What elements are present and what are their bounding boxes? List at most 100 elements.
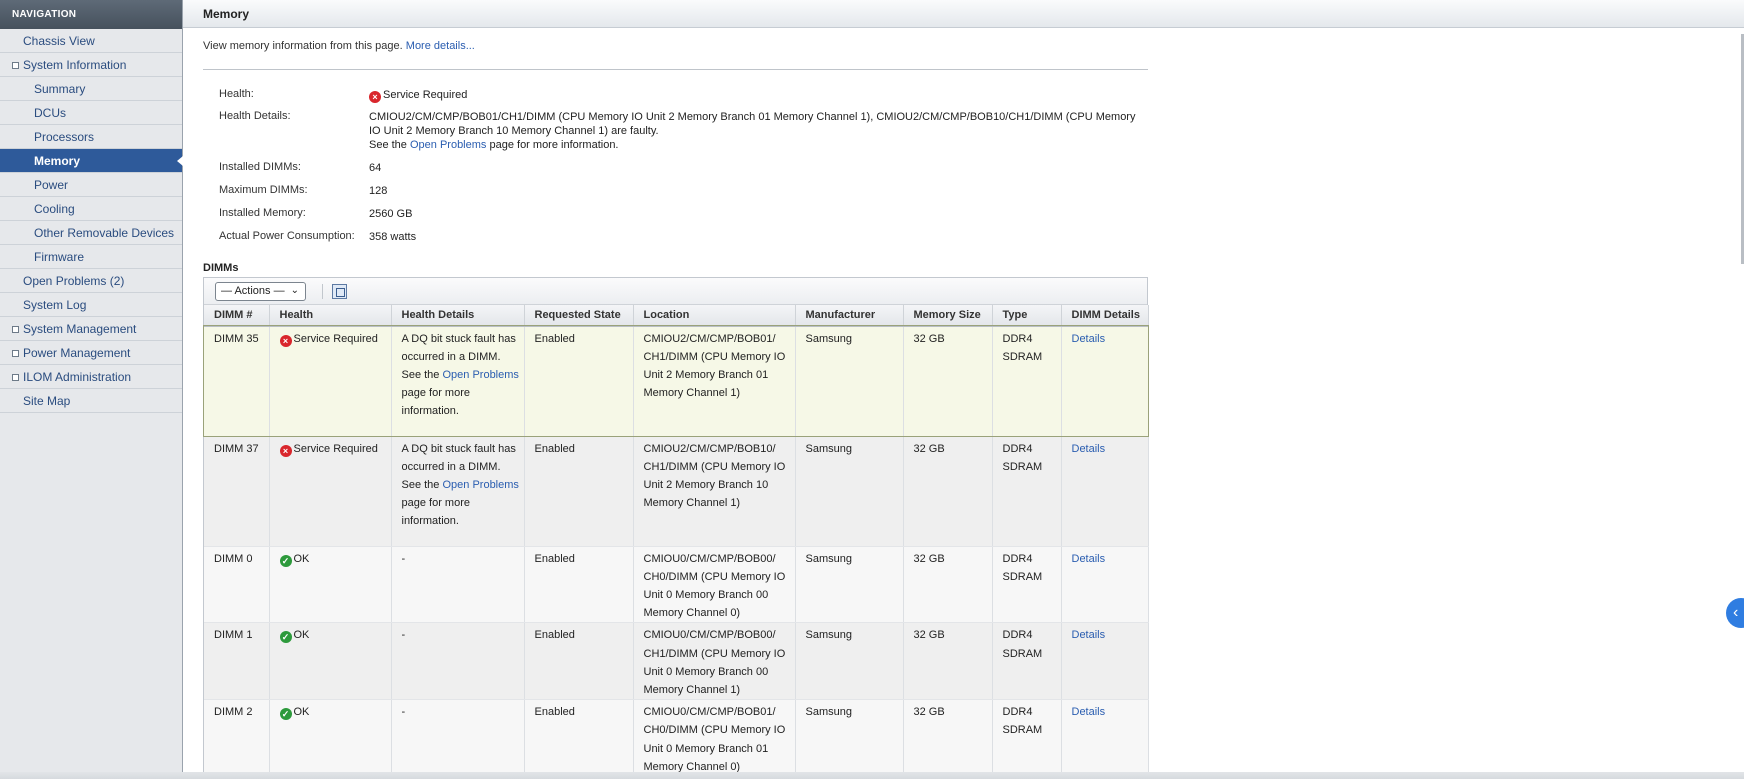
cell-dimm-details: Details [1061, 546, 1149, 624]
health-text: OK [293, 629, 310, 642]
nav-item-dcus[interactable]: DCUs [0, 101, 182, 125]
error-icon: × [369, 91, 381, 103]
power-consumption-value: 358 watts [369, 231, 417, 243]
installed-memory-value: 2560 GB [369, 208, 413, 220]
toolbar-separator [322, 284, 323, 299]
nav-item-ilom-administration[interactable]: ILOM Administration [0, 365, 182, 389]
cell-health-details: - [391, 699, 525, 777]
cell-memory-size: 32 GB [903, 622, 993, 701]
column-header-dimm-details[interactable]: DIMM Details [1061, 305, 1149, 327]
see-the-text: See the [401, 478, 440, 491]
cell-dimm: DIMM 35 [204, 326, 270, 437]
cell-dimm: DIMM 37 [204, 436, 270, 547]
nav-item-power-management[interactable]: Power Management [0, 341, 182, 365]
nav-item-chassis-view[interactable]: Chassis View [0, 29, 182, 53]
health-details-value: CMIOU2/CM/CMP/BOB01/CH1/DIMM (CPU Memory… [369, 110, 1144, 152]
cell-dimm-details: Details [1061, 326, 1149, 437]
table-row[interactable]: DIMM 1 ✓ OK - Enabled CMIOU0/CM/CMP/BOB00… [204, 622, 1149, 701]
maximum-dimms-value: 128 [369, 185, 388, 197]
more-details-link[interactable]: More details... [406, 40, 475, 52]
column-header-dimm[interactable]: DIMM # [204, 305, 270, 327]
cell-type: DDR4 SDRAM [992, 326, 1062, 437]
column-header-requested-state[interactable]: Requested State [524, 305, 634, 327]
nav-item-power[interactable]: Power [0, 173, 182, 197]
health-details-text: A DQ bit stuck fault has occurred in a D… [401, 332, 516, 363]
cell-health: × Service Required [269, 436, 392, 547]
cell-health: ✓ OK [269, 699, 392, 777]
column-header-type[interactable]: Type [992, 305, 1062, 327]
error-icon: × [279, 444, 292, 457]
column-header-health-details[interactable]: Health Details [391, 305, 525, 327]
more-info-text: page for more information. [489, 139, 619, 151]
health-text: OK [293, 706, 310, 719]
expand-icon[interactable] [12, 350, 19, 357]
cell-dimm: DIMM 2 [204, 699, 270, 777]
actions-dropdown[interactable]: — Actions — ⌄ [215, 282, 306, 301]
column-header-health[interactable]: Health [269, 305, 392, 327]
nav-item-label: System Information [23, 58, 127, 72]
main-content: Memory View memory information from this… [183, 0, 1744, 779]
cell-location: CMIOU0/CM/CMP/BOB00/ CH1/DIMM (CPU Memor… [633, 622, 796, 701]
table-row[interactable]: DIMM 0 ✓ OK - Enabled CMIOU0/CM/CMP/BOB00… [204, 546, 1149, 624]
nav-item-other-removable-devices[interactable]: Other Removable Devices [0, 221, 182, 245]
open-problems-link[interactable]: Open Problems [442, 369, 518, 381]
nav-item-system-information[interactable]: System Information [0, 53, 182, 77]
table-row[interactable]: DIMM 37 × Service Required A DQ bit stuck… [204, 436, 1149, 547]
details-link[interactable]: Details [1072, 333, 1106, 345]
table-header-row: DIMM # Health Health Details Requested S… [204, 305, 1149, 327]
check-icon: ✓ [279, 554, 292, 567]
see-the-text: See the [369, 139, 407, 151]
collapse-icon[interactable] [12, 62, 19, 69]
page-title: Memory [183, 0, 1744, 28]
check-icon: ✓ [279, 631, 292, 644]
cell-location: CMIOU2/CM/CMP/BOB10/ CH1/DIMM (CPU Memor… [633, 436, 796, 547]
nav-item-memory[interactable]: Memory [0, 149, 183, 173]
cell-manufacturer: Samsung [795, 436, 904, 547]
nav-item-cooling[interactable]: Cooling [0, 197, 182, 221]
health-label: Health: [219, 88, 254, 100]
details-link[interactable]: Details [1072, 553, 1106, 565]
nav-item-open-problems[interactable]: Open Problems (2) [0, 269, 182, 293]
power-consumption-label: Actual Power Consumption: [219, 230, 355, 242]
cell-type: DDR4 SDRAM [992, 546, 1062, 624]
installed-memory-label: Installed Memory: [219, 207, 306, 219]
expand-icon[interactable] [12, 374, 19, 381]
cell-memory-size: 32 GB [903, 546, 993, 624]
health-text: Service Required [293, 332, 378, 345]
cell-memory-size: 32 GB [903, 436, 993, 547]
cell-manufacturer: Samsung [795, 699, 904, 777]
details-link[interactable]: Details [1072, 706, 1106, 718]
open-problems-link[interactable]: Open Problems [442, 479, 518, 491]
column-header-memory-size[interactable]: Memory Size [903, 305, 993, 327]
details-link[interactable]: Details [1072, 443, 1106, 455]
cell-health-details: - [391, 546, 525, 624]
health-text: Service Required [293, 442, 378, 455]
cell-memory-size: 32 GB [903, 699, 993, 777]
page-description: View memory information from this page. … [203, 40, 475, 52]
maximum-dimms-label: Maximum DIMMs: [219, 184, 308, 196]
table-row[interactable]: DIMM 2 ✓ OK - Enabled CMIOU0/CM/CMP/BOB01… [204, 699, 1149, 777]
nav-item-site-map[interactable]: Site Map [0, 389, 182, 413]
dimm-table: DIMM # Health Health Details Requested S… [203, 305, 1149, 777]
details-link[interactable]: Details [1072, 629, 1106, 641]
installed-dimms-label: Installed DIMMs: [219, 161, 301, 173]
column-header-manufacturer[interactable]: Manufacturer [795, 305, 904, 327]
nav-item-processors[interactable]: Processors [0, 125, 182, 149]
column-header-location[interactable]: Location [633, 305, 796, 327]
export-icon[interactable] [332, 284, 347, 299]
divider [203, 69, 1148, 70]
nav-item-system-management[interactable]: System Management [0, 317, 182, 341]
table-toolbar: — Actions — ⌄ [204, 278, 1147, 305]
health-details-text: CMIOU2/CM/CMP/BOB01/CH1/DIMM (CPU Memory… [369, 111, 1136, 137]
nav-item-system-log[interactable]: System Log [0, 293, 182, 317]
nav-item-firmware[interactable]: Firmware [0, 245, 182, 269]
cell-dimm-details: Details [1061, 436, 1149, 547]
see-the-text: See the [401, 368, 440, 381]
expand-icon[interactable] [12, 326, 19, 333]
navigation-sidebar: NAVIGATION Chassis View System Informati… [0, 0, 183, 779]
cell-health: ✓ OK [269, 622, 392, 701]
nav-item-summary[interactable]: Summary [0, 77, 182, 101]
open-problems-link[interactable]: Open Problems [410, 139, 486, 151]
cell-health-details: A DQ bit stuck fault has occurred in a D… [391, 436, 525, 547]
table-row[interactable]: DIMM 35 × Service Required A DQ bit stuck… [203, 325, 1149, 437]
